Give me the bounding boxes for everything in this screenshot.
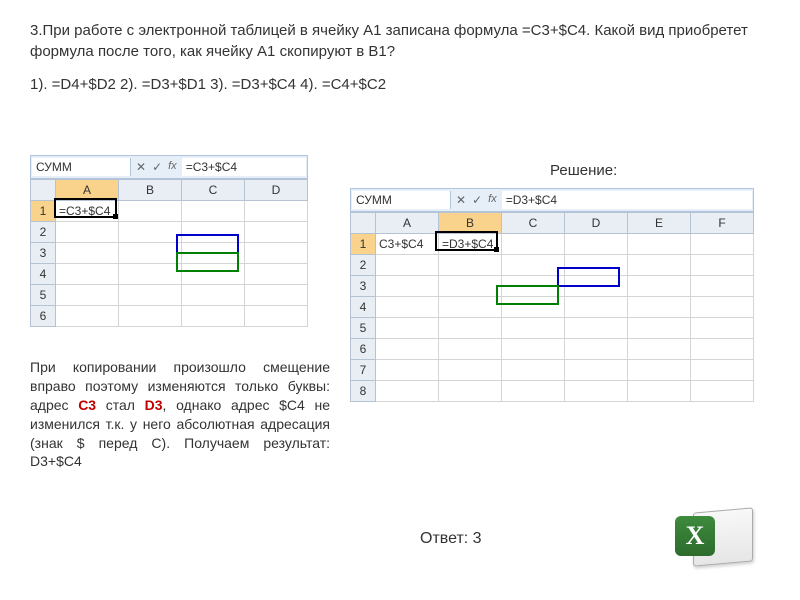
formula-bar: СУММ ✕ ✓ fx =C3+$C4 <box>30 155 308 179</box>
row-header[interactable]: 2 <box>31 222 56 243</box>
excel-logo-icon: X <box>675 504 755 568</box>
cell-a1[interactable]: =C3+$C4 <box>56 201 119 222</box>
fx-icon[interactable]: fx <box>168 160 177 174</box>
fx-icon[interactable]: fx <box>488 193 497 207</box>
row-header[interactable]: 7 <box>351 360 376 381</box>
col-header[interactable]: C <box>502 213 565 234</box>
cancel-icon[interactable]: ✕ <box>456 193 466 207</box>
row-header[interactable]: 5 <box>31 285 56 306</box>
name-box[interactable]: СУММ <box>352 191 451 209</box>
formula-bar: СУММ ✕ ✓ fx =D3+$C4 <box>350 188 754 212</box>
cancel-icon[interactable]: ✕ <box>136 160 146 174</box>
question-text: 3.При работе с электронной таблицей в яч… <box>30 20 770 62</box>
corner-cell[interactable] <box>351 213 376 234</box>
col-header[interactable]: A <box>376 213 439 234</box>
row-header[interactable]: 1 <box>351 234 376 255</box>
row-header[interactable]: 4 <box>351 297 376 318</box>
col-header[interactable]: A <box>56 180 119 201</box>
cell-b1[interactable]: =D3+$C4 <box>439 234 502 255</box>
row-header[interactable]: 4 <box>31 264 56 285</box>
row-header[interactable]: 2 <box>351 255 376 276</box>
row-header[interactable]: 5 <box>351 318 376 339</box>
worksheet-grid[interactable]: A B C D E F 1 C3+$C4 =D3+$C4 2 3 4 5 6 7… <box>350 212 754 402</box>
answer-options: 1). =D4+$D2 2). =D3+$D1 3). =D3+$C4 4). … <box>30 76 770 93</box>
answer-text: Ответ: 3 <box>420 530 482 548</box>
cell[interactable] <box>245 201 308 222</box>
row-header[interactable]: 8 <box>351 381 376 402</box>
col-header[interactable]: E <box>628 213 691 234</box>
cell[interactable] <box>119 201 182 222</box>
col-header[interactable]: B <box>439 213 502 234</box>
enter-icon[interactable]: ✓ <box>152 160 162 174</box>
formula-input[interactable]: =D3+$C4 <box>502 191 752 209</box>
formula-input[interactable]: =C3+$C4 <box>182 158 306 176</box>
row-header[interactable]: 3 <box>31 243 56 264</box>
col-header[interactable]: C <box>182 180 245 201</box>
col-header[interactable]: B <box>119 180 182 201</box>
excel-screenshot-2: СУММ ✕ ✓ fx =D3+$C4 A B C D E F 1 C3+$C4… <box>350 188 754 402</box>
row-header[interactable]: 3 <box>351 276 376 297</box>
corner-cell[interactable] <box>31 180 56 201</box>
explanation-text: При копировании произошло смещение вправ… <box>30 358 330 471</box>
cell[interactable] <box>182 201 245 222</box>
name-box[interactable]: СУММ <box>32 158 131 176</box>
excel-screenshot-1: СУММ ✕ ✓ fx =C3+$C4 A B C D 1 =C3+$C4 2 … <box>30 155 308 327</box>
row-header[interactable]: 1 <box>31 201 56 222</box>
row-header[interactable]: 6 <box>351 339 376 360</box>
col-header[interactable]: D <box>245 180 308 201</box>
col-header[interactable]: F <box>691 213 754 234</box>
worksheet-grid[interactable]: A B C D 1 =C3+$C4 2 3 4 5 6 <box>30 179 308 327</box>
solution-label: Решение: <box>550 162 617 179</box>
enter-icon[interactable]: ✓ <box>472 193 482 207</box>
cell-a1[interactable]: C3+$C4 <box>376 234 439 255</box>
col-header[interactable]: D <box>565 213 628 234</box>
row-header[interactable]: 6 <box>31 306 56 327</box>
